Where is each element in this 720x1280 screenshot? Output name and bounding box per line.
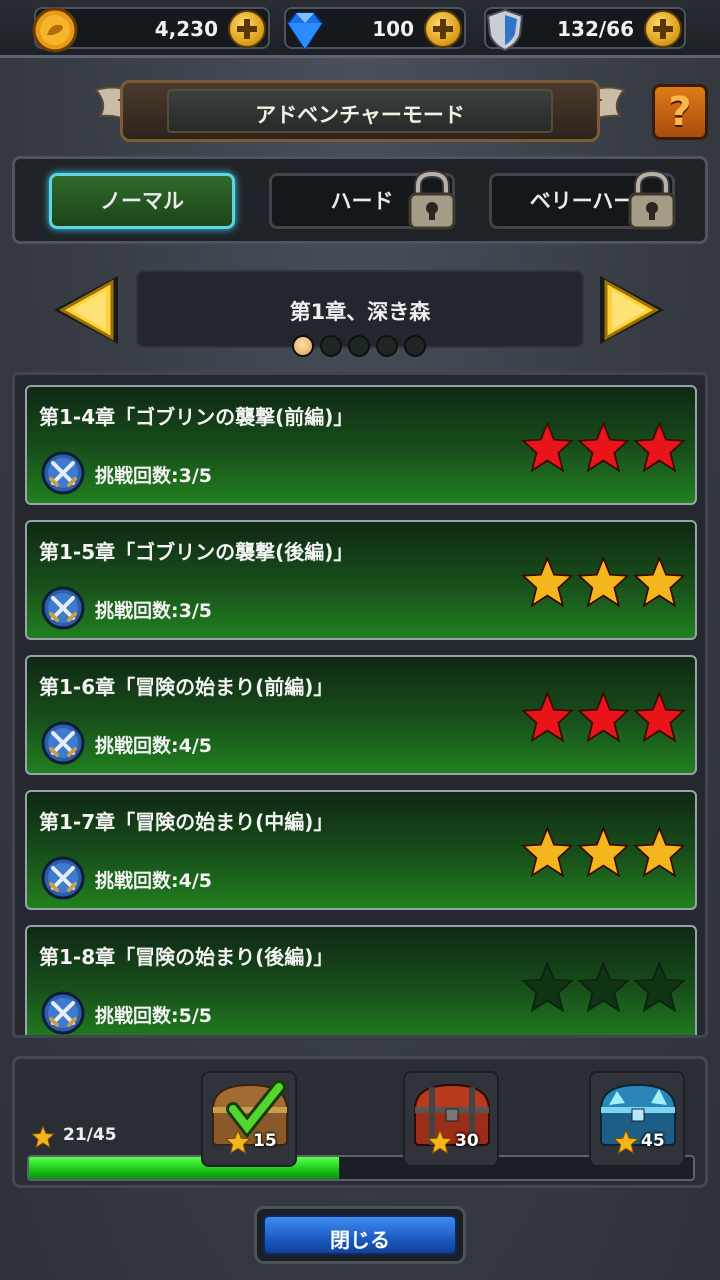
- add-stamina-button[interactable]: [644, 10, 682, 48]
- stage-attempts: 挑戦回数:4/5: [95, 735, 212, 757]
- tab-very-hard[interactable]: ベリーハー: [489, 170, 676, 230]
- lock-icon: [628, 170, 676, 230]
- star-icon: [633, 690, 686, 743]
- star-icon: [577, 555, 630, 608]
- prev-chapter-arrow-icon[interactable]: [48, 272, 124, 348]
- diamond-icon: [286, 12, 324, 51]
- help-button[interactable]: ?: [652, 84, 708, 140]
- star-icon: [521, 690, 574, 743]
- star-icon: [521, 555, 574, 608]
- stage-row[interactable]: 第1-5章「ゴブリンの襲撃(後編)」挑戦回数:3/5: [25, 520, 697, 640]
- stage-name: 第1-4章「ゴブリンの襲撃(前編)」: [39, 405, 354, 429]
- crossed-swords-icon: [41, 451, 85, 495]
- star-icon: [577, 960, 630, 1013]
- stage-attempts: 挑戦回数:5/5: [95, 1005, 212, 1027]
- star-icon: [577, 825, 630, 878]
- star-icon: [521, 825, 574, 878]
- star-icon: [521, 420, 574, 473]
- star-icon: [633, 420, 686, 473]
- gold-value: 4,230: [154, 17, 218, 41]
- lock-icon: [408, 170, 456, 230]
- crossed-swords-icon: [41, 991, 85, 1035]
- tab-normal-label: ノーマル: [100, 189, 184, 213]
- star-icon: [633, 960, 686, 1013]
- stage-row[interactable]: 第1-7章「冒険の始まり(中編)」挑戦回数:4/5: [25, 790, 697, 910]
- chest-star-requirement: 45: [641, 1131, 665, 1151]
- page-dot[interactable]: [320, 335, 342, 357]
- stage-list[interactable]: 第1-4章「ゴブリンの襲撃(前編)」 挑戦回数:3/5 第1-5章「ゴブリンの襲撃(…: [12, 372, 708, 1038]
- star-icon: [577, 690, 630, 743]
- crossed-swords-icon: [41, 586, 85, 630]
- stage-star-rating: [521, 960, 686, 1013]
- close-button-label: 閉じる: [330, 1228, 390, 1252]
- page-dot[interactable]: [376, 335, 398, 357]
- stage-row[interactable]: 第1-8章「冒険の始まり(後編)」挑戦回数:5/5: [25, 925, 697, 1035]
- star-icon: [225, 1129, 251, 1155]
- add-gold-button[interactable]: [228, 10, 266, 48]
- gold-resource: 4,230: [32, 7, 270, 53]
- title-banner: アドベンチャーモード: [120, 80, 600, 142]
- tab-hard-label: ハード: [330, 189, 394, 213]
- chest-star-requirement: 30: [455, 1131, 479, 1151]
- stage-star-rating: [521, 690, 686, 743]
- chest-star-requirement: 15: [253, 1131, 277, 1151]
- stage-row[interactable]: 第1-4章「ゴブリンの襲撃(前編)」挑戦回数:3/5: [25, 385, 697, 505]
- reward-chest-30[interactable]: 30: [403, 1071, 499, 1167]
- stage-row[interactable]: 第1-6章「冒険の始まり(前編)」挑戦回数:4/5: [25, 655, 697, 775]
- tab-normal[interactable]: ノーマル: [49, 173, 235, 229]
- stage-name: 第1-7章「冒険の始まり(中編)」: [39, 810, 334, 834]
- stamina-resource: 132/66: [484, 7, 686, 52]
- difficulty-tabs: ノーマル ハード ベリーハー: [12, 156, 708, 244]
- star-icon: [633, 555, 686, 608]
- page-dot[interactable]: [292, 335, 314, 357]
- stage-star-rating: [521, 555, 686, 608]
- page-dot[interactable]: [404, 335, 426, 357]
- stage-star-rating: [521, 825, 686, 878]
- reward-chest-45[interactable]: 45: [589, 1071, 685, 1167]
- next-chapter-arrow-icon[interactable]: [594, 272, 670, 348]
- gem-value: 100: [372, 17, 414, 41]
- stage-attempts: 挑戦回数:3/5: [95, 465, 212, 487]
- crossed-swords-icon: [41, 721, 85, 765]
- gem-resource: 100: [284, 7, 466, 51]
- star-icon: [633, 825, 686, 878]
- page-dot[interactable]: [348, 335, 370, 357]
- close-button[interactable]: 閉じる: [254, 1206, 466, 1264]
- page-title: アドベンチャーモード: [255, 103, 465, 127]
- stage-name: 第1-8章「冒険の始まり(後編)」: [39, 945, 334, 969]
- stamina-value: 132/66: [557, 17, 634, 41]
- shield-icon: [486, 8, 524, 52]
- stage-star-rating: [521, 420, 686, 473]
- stage-name: 第1-5章「ゴブリンの襲撃(後編)」: [39, 540, 354, 564]
- gold-coin-icon: [32, 7, 78, 53]
- stage-name: 第1-6章「冒険の始まり(前編)」: [39, 675, 334, 699]
- add-gems-button[interactable]: [424, 10, 462, 48]
- star-icon: [31, 1125, 55, 1149]
- tab-hard[interactable]: ハード: [269, 170, 456, 230]
- star-icon: [613, 1129, 639, 1155]
- stage-attempts: 挑戦回数:4/5: [95, 870, 212, 892]
- crossed-swords-icon: [41, 856, 85, 900]
- reward-chest-15[interactable]: 15: [201, 1071, 297, 1167]
- star-icon: [427, 1129, 453, 1155]
- tab-very-hard-label: ベリーハー: [529, 189, 635, 213]
- star-progress-text: 21/45: [63, 1125, 117, 1145]
- resource-bar: 4,230 100 132/66: [0, 0, 720, 58]
- star-icon: [521, 960, 574, 1013]
- stage-attempts: 挑戦回数:3/5: [95, 600, 212, 622]
- star-icon: [577, 420, 630, 473]
- chapter-title: 第1章、深き森: [289, 300, 431, 324]
- star-reward-panel: 21/45 15 30 45: [12, 1056, 708, 1188]
